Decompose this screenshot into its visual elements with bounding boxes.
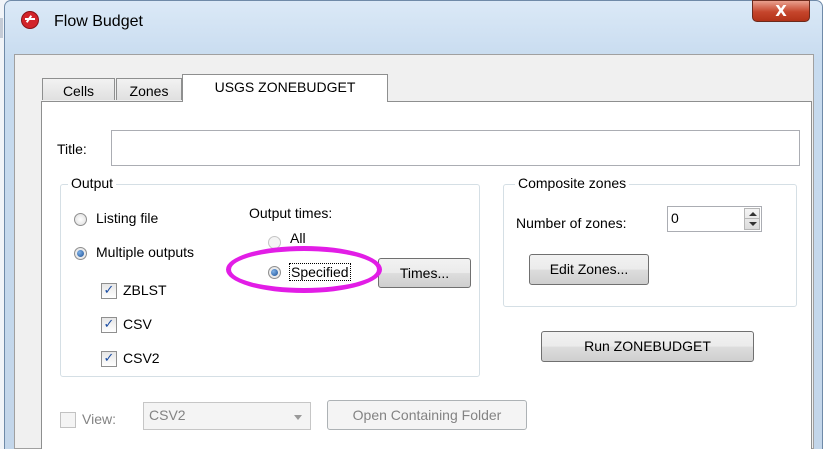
close-button[interactable]: X	[752, 0, 810, 22]
number-of-zones-spinbox[interactable]: 0	[667, 206, 762, 232]
tab-usgs-zonebudget[interactable]: USGS ZONEBUDGET	[182, 74, 388, 102]
composite-zones-title: Composite zones	[515, 175, 630, 191]
flow-budget-logo-icon	[21, 11, 39, 29]
tab-usgs-zonebudget-label: USGS ZONEBUDGET	[214, 79, 356, 95]
csv-label[interactable]: CSV	[123, 316, 152, 332]
edit-zones-button[interactable]: Edit Zones...	[529, 254, 649, 285]
run-zonebudget-button[interactable]: Run ZONEBUDGET	[541, 331, 754, 362]
tab-cells-label: Cells	[62, 83, 95, 99]
highlight-annotation	[226, 246, 382, 293]
times-button[interactable]: Times...	[378, 258, 471, 288]
tab-zones-label: Zones	[129, 83, 169, 99]
number-of-zones-label: Number of zones:	[516, 215, 627, 231]
composite-zones-group	[503, 184, 797, 307]
csv-checkbox[interactable]: ✓	[101, 317, 117, 333]
view-format-value: CSV2	[149, 407, 186, 423]
zblst-checkbox[interactable]: ✓	[101, 283, 117, 299]
csv2-checkbox[interactable]: ✓	[101, 351, 117, 367]
view-format-dropdown[interactable]: CSV2	[143, 402, 311, 430]
listing-file-label[interactable]: Listing file	[96, 210, 158, 226]
tab-zones[interactable]: Zones	[116, 78, 182, 100]
dialog-title: Flow Budget	[54, 13, 143, 30]
number-of-zones-value[interactable]: 0	[671, 210, 679, 226]
background-window-marker	[0, 18, 3, 38]
spin-down-arrow-icon[interactable]	[745, 219, 759, 229]
tab-cells[interactable]: Cells	[42, 78, 115, 100]
view-checkbox[interactable]	[60, 412, 76, 428]
title-input[interactable]	[111, 130, 800, 166]
spin-up-arrow-icon[interactable]	[745, 209, 759, 219]
output-group-title: Output	[68, 175, 117, 191]
csv2-label[interactable]: CSV2	[123, 350, 160, 366]
title-label: Title:	[57, 141, 87, 157]
multiple-outputs-radio[interactable]	[74, 247, 87, 260]
chevron-down-icon[interactable]	[294, 415, 302, 420]
open-containing-folder-button[interactable]: Open Containing Folder	[327, 400, 527, 430]
output-times-label: Output times:	[249, 205, 333, 221]
listing-file-radio[interactable]	[74, 213, 87, 226]
zblst-label[interactable]: ZBLST	[123, 282, 167, 298]
view-label: View:	[82, 411, 116, 427]
all-times-label[interactable]: All	[290, 230, 306, 246]
number-of-zones-spinner[interactable]	[744, 208, 760, 230]
multiple-outputs-label[interactable]: Multiple outputs	[96, 244, 194, 260]
